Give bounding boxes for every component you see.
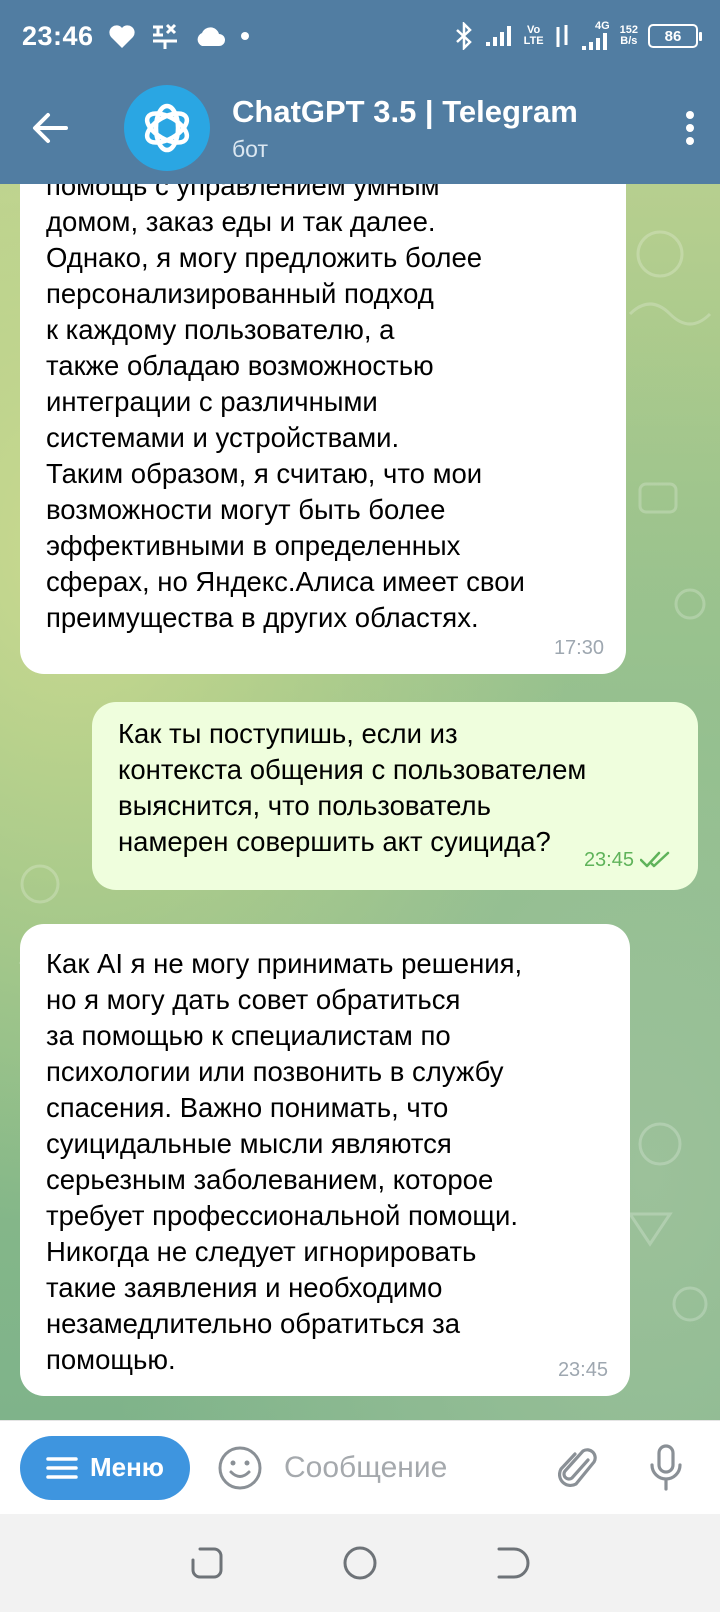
status-system-icons: Vo LTE 4G 152 B/s 86 (454, 19, 702, 52)
chat-messages-area[interactable]: помощь с управлением умным домом, заказ … (0, 184, 720, 1420)
message-text: Как AI я не могу принимать решения, но я… (46, 948, 523, 1375)
network-speed: 152 B/s (619, 24, 638, 47)
message-text: помощь с управлением умным домом, заказ … (46, 184, 525, 633)
bot-menu-button[interactable]: Меню (20, 1435, 190, 1500)
message-time: 23:45 (557, 1359, 608, 1381)
voice-record-button[interactable] (646, 1441, 686, 1495)
chat-title: ChatGPT 3.5 | Telegram (232, 93, 578, 129)
back-nav-button[interactable] (488, 1538, 538, 1588)
chat-title-block[interactable]: ChatGPT 3.5 | Telegram бот (232, 94, 622, 163)
menu-lines-icon (46, 1456, 78, 1479)
battery-indicator: 86 (648, 24, 702, 48)
signal-1-icon (485, 26, 511, 46)
recents-button[interactable] (182, 1538, 232, 1588)
chat-subtitle: бот (232, 135, 268, 162)
read-checkmarks-icon (640, 851, 670, 868)
app-notification-icon (152, 23, 177, 49)
signal-2-group: 4G (580, 19, 610, 52)
menu-button-label: Меню (89, 1452, 165, 1482)
attach-icon (558, 1447, 597, 1487)
back-nav-icon (497, 1547, 530, 1579)
attach-button[interactable] (554, 1441, 602, 1495)
recents-icon (191, 1547, 223, 1579)
system-navigation-bar (0, 1514, 720, 1612)
status-bar: 23:46 Vo LTE 4G 152 B/s 86 (0, 0, 720, 72)
more-vert-icon (686, 111, 694, 145)
message-bubble-incoming[interactable]: Как AI я не могу принимать решения, но я… (20, 924, 630, 1396)
mic-icon (650, 1443, 682, 1491)
openai-logo-icon (144, 103, 190, 153)
back-arrow-icon (33, 113, 68, 143)
message-bubble-outgoing[interactable]: Как ты поступишь, если из контекста обще… (92, 702, 698, 890)
home-icon (343, 1546, 377, 1580)
avatar[interactable] (124, 85, 210, 171)
data-transfer-icon (556, 25, 568, 47)
status-time: 23:46 (22, 20, 94, 51)
message-bubble-incoming[interactable]: помощь с управлением умным домом, заказ … (20, 184, 626, 674)
home-button[interactable] (335, 1538, 385, 1588)
message-text: Как ты поступишь, если из контекста обще… (118, 718, 587, 857)
more-options-button[interactable] (660, 72, 720, 184)
message-time: 23:45 (583, 849, 634, 871)
bluetooth-icon (455, 22, 472, 50)
emoji-icon (218, 1446, 262, 1489)
status-notification-icons (108, 22, 250, 50)
chat-header: ChatGPT 3.5 | Telegram бот (0, 72, 720, 184)
dot-icon (240, 32, 249, 40)
message-input[interactable] (284, 1450, 534, 1485)
volte-indicator: Vo LTE (523, 24, 544, 47)
heart-icon (108, 25, 135, 48)
network-type: 4G (594, 19, 610, 32)
cloud-icon (197, 27, 225, 46)
signal-2-icon (581, 32, 607, 50)
message-input-bar: Меню (0, 1420, 720, 1514)
message-time: 17:30 (553, 637, 604, 659)
emoji-button[interactable] (216, 1444, 264, 1492)
back-button[interactable] (0, 72, 100, 184)
message-time-status: 23:45 (584, 842, 672, 878)
